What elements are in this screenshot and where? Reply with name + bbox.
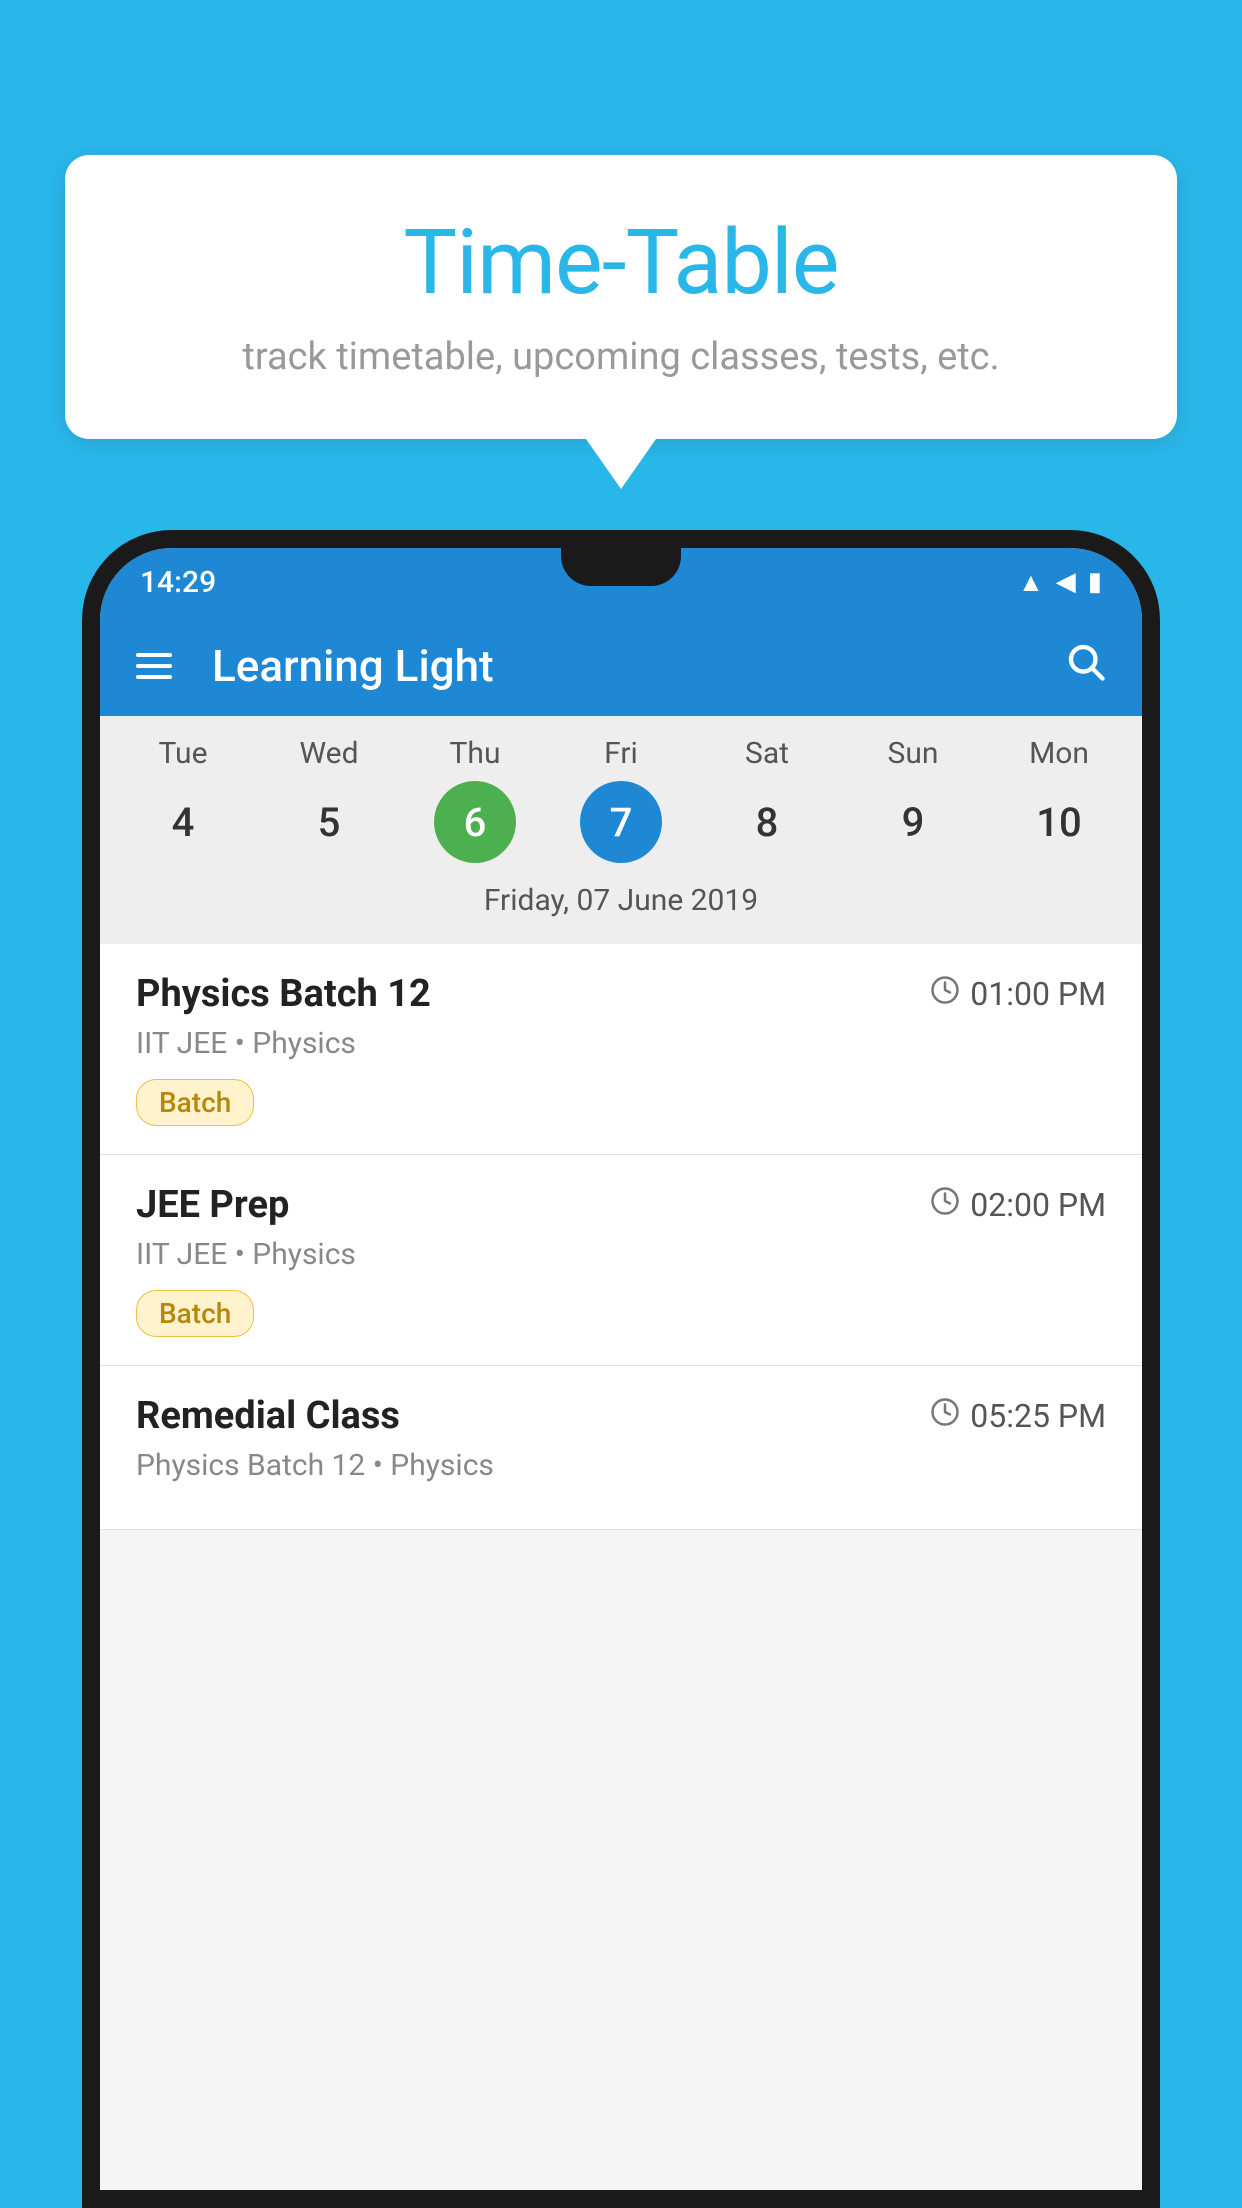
schedule-item-2-tag: Batch (136, 1290, 254, 1337)
clock-icon-3 (930, 1397, 960, 1435)
schedule-item-2-title: JEE Prep (136, 1183, 289, 1227)
schedule-item-1[interactable]: Physics Batch 12 01:00 PM IIT JEE • Phys… (100, 944, 1142, 1155)
schedule-item-2[interactable]: JEE Prep 02:00 PM IIT JEE • Physics Batc… (100, 1155, 1142, 1366)
schedule-item-1-header: Physics Batch 12 01:00 PM (136, 972, 1106, 1016)
speech-bubble-tail (586, 439, 656, 489)
phone-screen: 14:29 ▲ ◀ ▮ Learning Light (100, 548, 1142, 2190)
schedule-item-3-header: Remedial Class 05:25 PM (136, 1394, 1106, 1438)
day-4[interactable]: 4 (142, 781, 224, 863)
feature-title: Time-Table (125, 210, 1117, 315)
schedule-item-1-tag: Batch (136, 1079, 254, 1126)
day-7-selected[interactable]: 7 (580, 781, 662, 863)
schedule-item-1-subtitle: IIT JEE • Physics (136, 1026, 1106, 1061)
schedule-item-3-time-text: 05:25 PM (970, 1397, 1106, 1435)
clock-icon-2 (930, 1186, 960, 1224)
day-numbers: 4 5 6 7 8 9 10 (100, 781, 1142, 863)
signal-icon: ◀ (1056, 567, 1076, 597)
day-header-sat: Sat (707, 736, 827, 771)
phone-notch (561, 548, 681, 586)
schedule-item-3[interactable]: Remedial Class 05:25 PM Physics Batch 12… (100, 1366, 1142, 1530)
schedule-item-1-title: Physics Batch 12 (136, 972, 431, 1016)
schedule-list: Physics Batch 12 01:00 PM IIT JEE • Phys… (100, 944, 1142, 1530)
schedule-item-3-title: Remedial Class (136, 1394, 400, 1438)
day-10[interactable]: 10 (1018, 781, 1100, 863)
status-time: 14:29 (140, 565, 216, 600)
wifi-icon: ▲ (1018, 567, 1044, 598)
day-header-mon: Mon (999, 736, 1119, 771)
day-8[interactable]: 8 (726, 781, 808, 863)
day-header-thu: Thu (415, 736, 535, 771)
day-header-tue: Tue (123, 736, 243, 771)
search-button[interactable] (1064, 640, 1106, 693)
app-bar: Learning Light (100, 616, 1142, 716)
schedule-item-3-time: 05:25 PM (930, 1397, 1106, 1435)
battery-icon: ▮ (1088, 567, 1102, 597)
feature-subtitle: track timetable, upcoming classes, tests… (125, 335, 1117, 379)
selected-date-label: Friday, 07 June 2019 (100, 875, 1142, 934)
day-headers: Tue Wed Thu Fri Sat Sun Mon (100, 736, 1142, 771)
schedule-item-2-time: 02:00 PM (930, 1186, 1106, 1224)
schedule-item-1-time-text: 01:00 PM (970, 975, 1106, 1013)
day-6-today[interactable]: 6 (434, 781, 516, 863)
calendar-strip: Tue Wed Thu Fri Sat Sun Mon 4 5 6 7 8 9 … (100, 716, 1142, 944)
day-header-wed: Wed (269, 736, 389, 771)
clock-icon-1 (930, 975, 960, 1013)
speech-bubble-section: Time-Table track timetable, upcoming cla… (65, 155, 1177, 489)
schedule-item-3-subtitle: Physics Batch 12 • Physics (136, 1448, 1106, 1483)
menu-button[interactable] (136, 653, 172, 679)
day-5[interactable]: 5 (288, 781, 370, 863)
phone-frame: 14:29 ▲ ◀ ▮ Learning Light (82, 530, 1160, 2208)
schedule-item-2-header: JEE Prep 02:00 PM (136, 1183, 1106, 1227)
day-header-sun: Sun (853, 736, 973, 771)
schedule-item-2-subtitle: IIT JEE • Physics (136, 1237, 1106, 1272)
speech-bubble-card: Time-Table track timetable, upcoming cla… (65, 155, 1177, 439)
day-header-fri: Fri (561, 736, 681, 771)
schedule-item-2-time-text: 02:00 PM (970, 1186, 1106, 1224)
app-title: Learning Light (202, 640, 1034, 692)
schedule-item-1-time: 01:00 PM (930, 975, 1106, 1013)
day-9[interactable]: 9 (872, 781, 954, 863)
status-icons: ▲ ◀ ▮ (1018, 567, 1102, 598)
